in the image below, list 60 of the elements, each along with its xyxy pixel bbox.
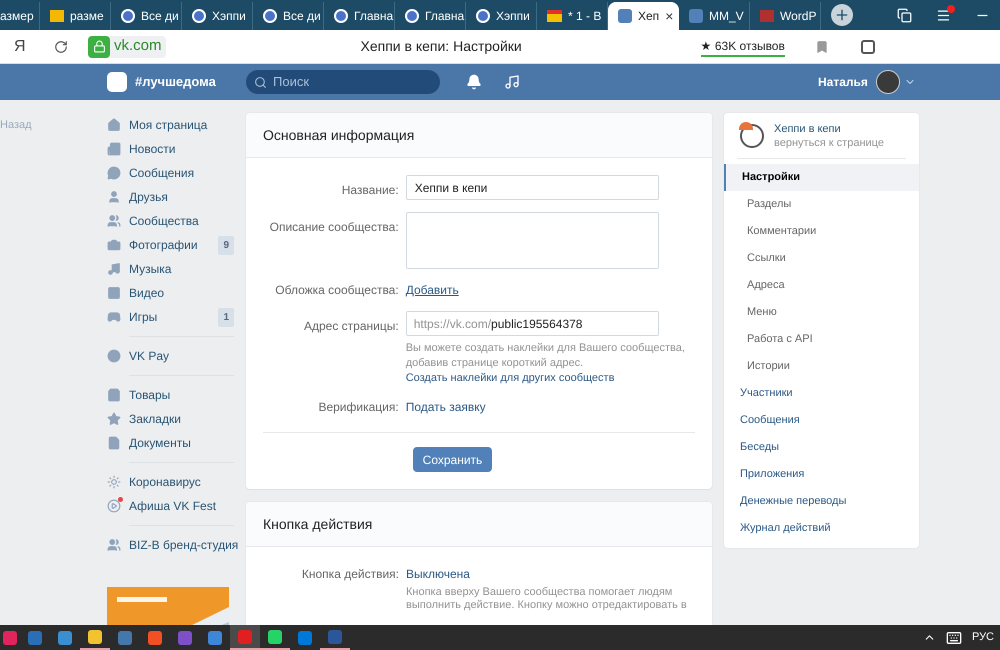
nav-item[interactable]: Фотографии 9 xyxy=(107,233,234,257)
close-tab-icon[interactable]: × xyxy=(665,6,674,26)
name-field[interactable]: Хеппи в кепи xyxy=(406,175,659,200)
submenu-item[interactable]: Комментарии xyxy=(724,218,919,245)
menu-item[interactable]: Настройки xyxy=(724,164,919,191)
address-field[interactable]: https://vk.com/public195564378 xyxy=(406,311,659,336)
nav-item[interactable]: Друзья xyxy=(107,185,234,209)
nav-item[interactable]: Закладки xyxy=(107,407,234,431)
card-title: Кнопка действия xyxy=(263,514,372,534)
count-badge: 9 xyxy=(218,236,234,254)
menu-item[interactable]: Журнал действий xyxy=(724,515,919,542)
nav-item[interactable]: Товары xyxy=(107,383,234,407)
nav-item[interactable]: Коронавирус xyxy=(107,470,234,494)
menu-item[interactable]: Денежные переводы xyxy=(724,488,919,515)
action-status-link[interactable]: Выключена xyxy=(406,565,470,583)
nav-item[interactable]: Игры 1 xyxy=(107,305,234,329)
menu-item[interactable]: Приложения xyxy=(724,461,919,488)
card-title: Основная информация xyxy=(263,126,414,145)
group-name[interactable]: Хеппи в кепи xyxy=(774,122,884,136)
verification-link[interactable]: Подать заявку xyxy=(406,398,486,416)
field-label: Кнопка действия: xyxy=(300,566,400,583)
reviews-link[interactable]: ★ 63K отзывов xyxy=(700,36,785,56)
nav-item[interactable]: Сообщества xyxy=(107,209,234,233)
count-badge: 1 xyxy=(218,308,234,326)
submenu-item[interactable]: Истории xyxy=(724,353,919,380)
nav-item[interactable]: Видео xyxy=(107,281,234,305)
nav-item[interactable]: Афиша VK Fest xyxy=(107,494,234,518)
hint-text: Вы можете создать наклейки для Вашего сообщества, добавив странице короткий адрес. xyxy=(406,341,686,371)
submenu-item[interactable]: Меню xyxy=(724,299,919,326)
language-indicator[interactable]: РУС xyxy=(972,629,994,646)
search-bar[interactable]: Поиск xyxy=(246,70,440,94)
menu-item[interactable]: Участники xyxy=(724,380,919,407)
hint-text: Кнопка вверху Вашего сообщества помогает людям выполнить действие. Кнопку можно отредактировать в xyxy=(406,586,688,612)
nav-item[interactable]: Сообщения xyxy=(107,161,234,185)
nav-item[interactable]: Новости xyxy=(107,137,234,161)
save-button[interactable]: Сохранить xyxy=(413,447,492,472)
menu-item[interactable]: Беседы xyxy=(724,434,919,461)
field-label: Верификация: xyxy=(317,399,400,416)
field-label: Название: xyxy=(340,182,400,199)
submenu-item[interactable]: Адреса xyxy=(724,272,919,299)
submenu-item[interactable]: Разделы xyxy=(724,191,919,218)
submenu-item[interactable]: Работа с API xyxy=(724,326,919,353)
nav-item[interactable]: Моя страница xyxy=(107,113,234,137)
nav-item[interactable]: Музыка xyxy=(107,257,234,281)
user-name[interactable]: Наталья xyxy=(818,73,868,91)
domain-field[interactable]: vk.com xyxy=(88,36,166,58)
page-title: Хеппи в кепи: Настройки xyxy=(360,37,523,56)
search-field[interactable]: Поиск xyxy=(273,72,423,92)
nav-item[interactable]: VK Pay xyxy=(107,344,234,368)
field-label: Описание сообщества: xyxy=(268,219,400,236)
submenu-item[interactable]: Ссылки xyxy=(724,245,919,272)
menu-item[interactable]: Сообщения xyxy=(724,407,919,434)
field-label: Адрес страницы: xyxy=(302,318,400,335)
browser-tab[interactable]: Хеп × xyxy=(608,2,679,30)
hashtag-link[interactable]: #лучшедома xyxy=(135,72,246,92)
nav-item[interactable]: Документы xyxy=(107,431,234,455)
browser-logo[interactable]: Я xyxy=(14,34,54,58)
field-label: Обложка сообщества: xyxy=(274,282,400,299)
add-cover-link[interactable]: Добавить xyxy=(406,281,459,299)
stickers-link[interactable]: Создать наклейки для других сообществ xyxy=(406,371,614,386)
